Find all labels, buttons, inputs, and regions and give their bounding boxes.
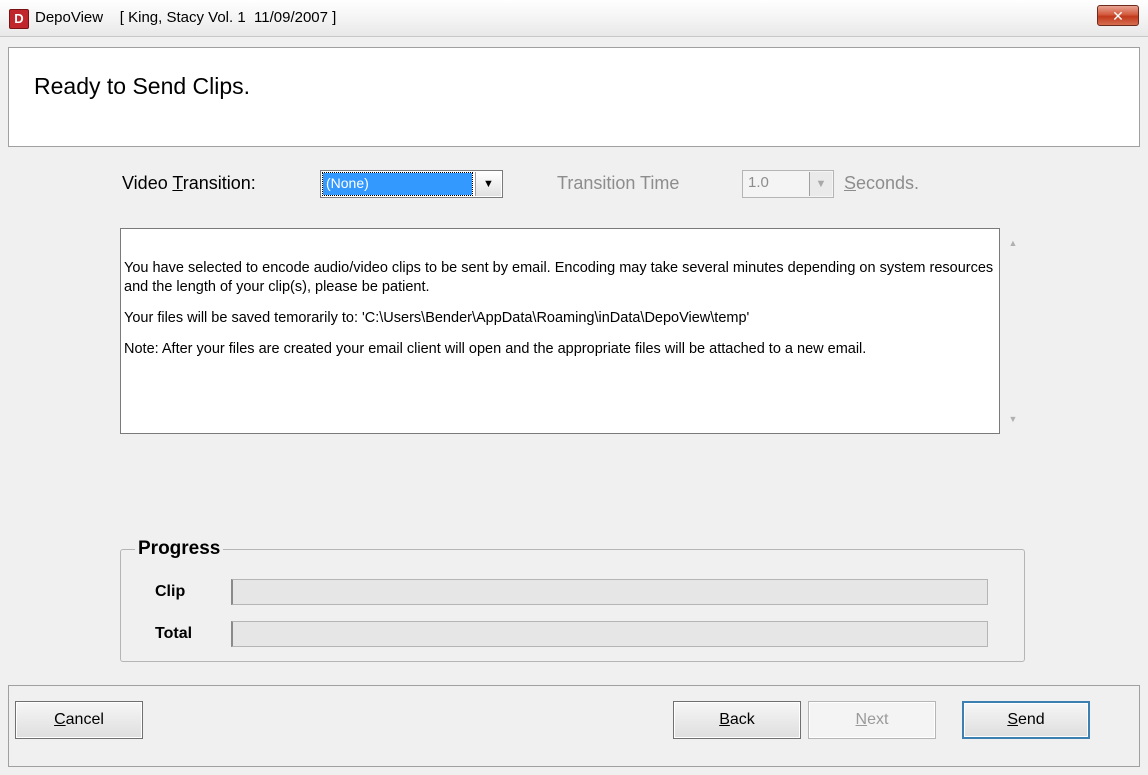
video-transition-label-pre: Video: [122, 173, 173, 193]
send-accesskey: S: [1007, 711, 1018, 728]
app-icon[interactable]: D: [9, 9, 29, 29]
next-accesskey: N: [855, 711, 868, 728]
header-panel: Ready to Send Clips.: [8, 47, 1140, 147]
send-label: end: [1017, 711, 1045, 728]
seconds-label: Seconds.: [844, 173, 919, 194]
info-paragraph: Note: After your files are created your …: [124, 341, 867, 357]
video-transition-select[interactable]: (None) ▼: [320, 170, 503, 198]
transition-time-value: 1.0: [748, 174, 769, 191]
window-title: DepoView [ King, Stacy Vol. 1 11/09/2007…: [35, 9, 336, 26]
total-progress-label: Total: [155, 625, 193, 642]
back-button[interactable]: Back: [673, 701, 801, 739]
video-transition-label: Video Transition:: [122, 173, 256, 194]
back-label: ack: [729, 711, 755, 728]
app-name: DepoView: [35, 9, 104, 26]
cancel-label: ancel: [65, 711, 104, 728]
page-title: Ready to Send Clips.: [34, 73, 251, 99]
clip-progress-label: Clip: [155, 583, 186, 600]
scroll-up-icon[interactable]: ▲: [1002, 234, 1024, 252]
back-accesskey: B: [719, 711, 730, 728]
clip-progress-bar: [231, 579, 988, 605]
progress-title: Progress: [135, 538, 224, 560]
close-button[interactable]: ✕: [1097, 5, 1139, 26]
seconds-label-rest: econds.: [856, 173, 920, 193]
info-paragraph: You have selected to encode audio/video …: [124, 260, 994, 295]
next-button[interactable]: Next: [808, 701, 936, 739]
video-transition-value: (None): [322, 172, 473, 196]
total-progress-bar: [231, 621, 988, 647]
transition-time-select[interactable]: 1.0 ▼: [742, 170, 834, 198]
cancel-button[interactable]: Cancel: [15, 701, 143, 739]
dropdown-arrow-icon[interactable]: ▼: [809, 172, 832, 196]
next-label: ext: [867, 711, 889, 728]
seconds-accesskey: S: [844, 173, 857, 193]
scroll-down-icon[interactable]: ▼: [1002, 410, 1024, 428]
info-scrollbar[interactable]: ▲ ▼: [1002, 228, 1024, 434]
video-transition-label-post: ransition:: [182, 173, 256, 193]
video-transition-accesskey: T: [172, 173, 183, 193]
transition-time-label: Transition Time: [557, 173, 680, 193]
close-icon: ✕: [1112, 8, 1124, 24]
cancel-accesskey: C: [54, 711, 66, 728]
info-textbox[interactable]: You have selected to encode audio/video …: [120, 228, 1000, 434]
title-bar: D DepoView [ King, Stacy Vol. 1 11/09/20…: [0, 0, 1148, 37]
info-paragraph: Your files will be saved temorarily to: …: [124, 310, 750, 326]
case-info: [ King, Stacy Vol. 1 11/09/2007 ]: [119, 9, 337, 26]
send-button[interactable]: Send: [962, 701, 1090, 739]
dropdown-arrow-icon[interactable]: ▼: [475, 172, 501, 196]
